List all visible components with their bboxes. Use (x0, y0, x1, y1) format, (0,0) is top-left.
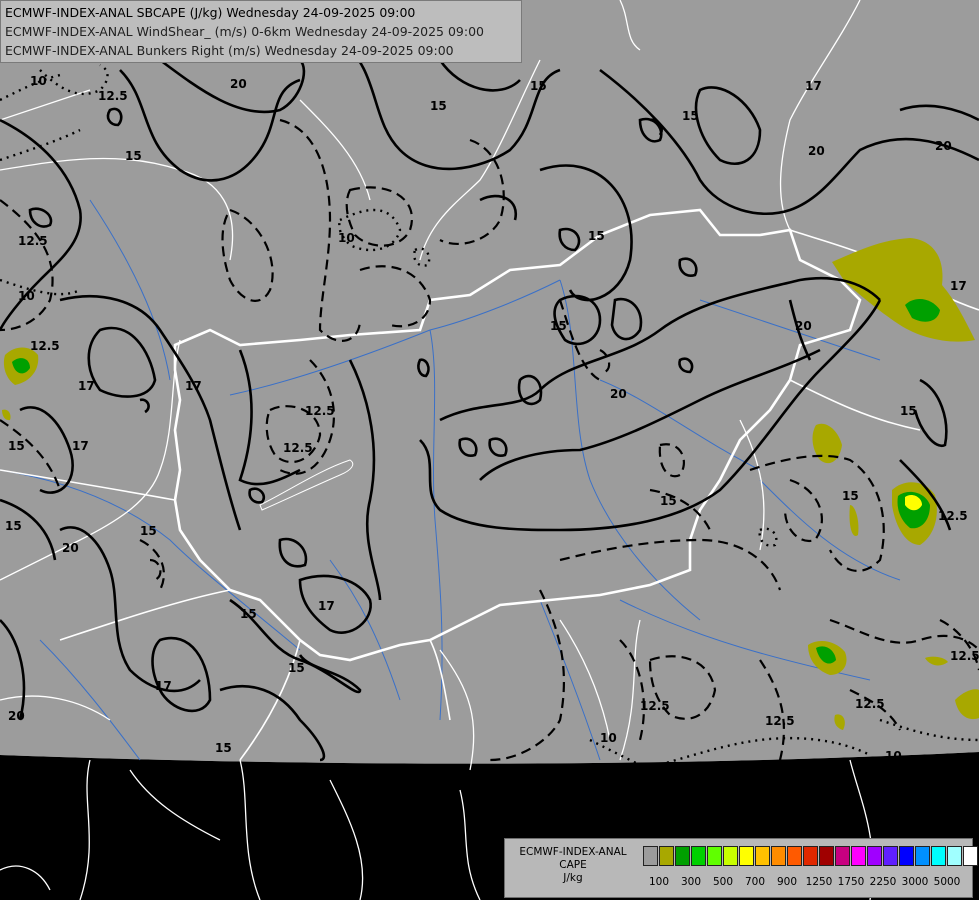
title-windshear: ECMWF-INDEX-ANAL WindShear_ (m/s) 0-6km … (5, 24, 484, 39)
legend-tick-label: 300 (680, 876, 702, 888)
legend-swatch (755, 846, 770, 866)
legend-swatch (723, 846, 738, 866)
contour-label: 20 (610, 387, 627, 401)
contour-label: 15 (140, 524, 157, 538)
contour-label: 15 (588, 229, 605, 243)
contour-label: 20 (62, 541, 79, 555)
contour-label: 17 (950, 279, 967, 293)
contour-label: 10 (338, 231, 355, 245)
contour-label: 10 (600, 731, 617, 745)
legend-tick-label: 700 (744, 876, 766, 888)
cape-legend: ECMWF-INDEX-ANAL CAPE J/kg 100 300 500 700 9… (504, 838, 978, 898)
legend-tick-label: 1750 (837, 876, 865, 888)
legend-swatch (643, 846, 658, 866)
legend-title: ECMWF-INDEX-ANAL CAPE J/kg (507, 846, 639, 885)
weather-map: 10 12.5 20 15 15 15 17 20 20 15 12.5 10 … (0, 0, 979, 900)
contour-label: 15 (215, 741, 232, 755)
contour-label: 12.5 (18, 234, 48, 248)
legend-swatch (867, 846, 882, 866)
legend-title-variable: CAPE (559, 859, 587, 871)
contour-label: 12.5 (950, 649, 979, 663)
contour-label: 15 (682, 109, 699, 123)
legend-swatch (931, 846, 946, 866)
contour-label: 15 (900, 404, 917, 418)
title-bunkers: ECMWF-INDEX-ANAL Bunkers Right (m/s) Wed… (5, 43, 454, 58)
legend-swatch (659, 846, 674, 866)
contour-label: 15 (8, 439, 25, 453)
legend-swatch (947, 846, 962, 866)
legend-tick-label: 500 (712, 876, 734, 888)
legend-tick-label: 1250 (805, 876, 833, 888)
contour-label: 20 (808, 144, 825, 158)
contour-label: 12.5 (855, 697, 885, 711)
contour-label: 12.5 (98, 89, 128, 103)
contour-label: 12.5 (938, 509, 968, 523)
legend-swatch (851, 846, 866, 866)
contour-label: 10 (30, 74, 47, 88)
contour-label: 10 (885, 749, 902, 763)
contour-label: 15 (5, 519, 22, 533)
legend-swatch (963, 846, 978, 866)
legend-tick-label: 3000 (901, 876, 929, 888)
legend-swatch (899, 846, 914, 866)
contour-label: 20 (935, 139, 952, 153)
contour-label: 10 (18, 289, 35, 303)
legend-swatch (691, 846, 706, 866)
legend-title-model: ECMWF-INDEX-ANAL (519, 846, 627, 858)
contour-label: 12.5 (283, 441, 313, 455)
legend-unit: J/kg (563, 872, 583, 884)
legend-swatch (787, 846, 802, 866)
legend-tick-label: 900 (776, 876, 798, 888)
contour-label: 15 (660, 494, 677, 508)
contour-label: 20 (795, 319, 812, 333)
legend-tick-label: 100 (648, 876, 670, 888)
contour-label: 17 (72, 439, 89, 453)
legend-swatch (771, 846, 786, 866)
contour-label: 17 (318, 599, 335, 613)
legend-swatch (915, 846, 930, 866)
contour-label: 15 (550, 319, 567, 333)
contour-label: 12.5 (305, 404, 335, 418)
contour-label: 17 (805, 79, 822, 93)
contour-label: 12.5 (30, 339, 60, 353)
legend-swatch (675, 846, 690, 866)
contour-label: 15 (125, 149, 142, 163)
contour-label: 20 (230, 77, 247, 91)
legend-swatch (707, 846, 722, 866)
map-title-box: ECMWF-INDEX-ANAL SBCAPE (J/kg) Wednesday… (0, 0, 522, 63)
legend-swatch (739, 846, 754, 866)
legend-swatch (835, 846, 850, 866)
contour-label: 12.5 (765, 714, 795, 728)
contour-label: 17 (155, 679, 172, 693)
contour-label: 15 (842, 489, 859, 503)
legend-swatch (819, 846, 834, 866)
contour-label: 17 (185, 379, 202, 393)
contour-label: 15 (530, 79, 547, 93)
contour-label: 15 (288, 661, 305, 675)
legend-tick-label: 2250 (869, 876, 897, 888)
contour-label: 17 (78, 379, 95, 393)
contour-label: 15 (240, 607, 257, 621)
contour-label: 15 (430, 99, 447, 113)
contour-label: 12.5 (640, 699, 670, 713)
title-sbcape: ECMWF-INDEX-ANAL SBCAPE (J/kg) Wednesday… (5, 5, 416, 20)
legend-tick-label: 5000 (933, 876, 961, 888)
legend-swatch (803, 846, 818, 866)
legend-swatch (883, 846, 898, 866)
contour-label: 20 (8, 709, 25, 723)
